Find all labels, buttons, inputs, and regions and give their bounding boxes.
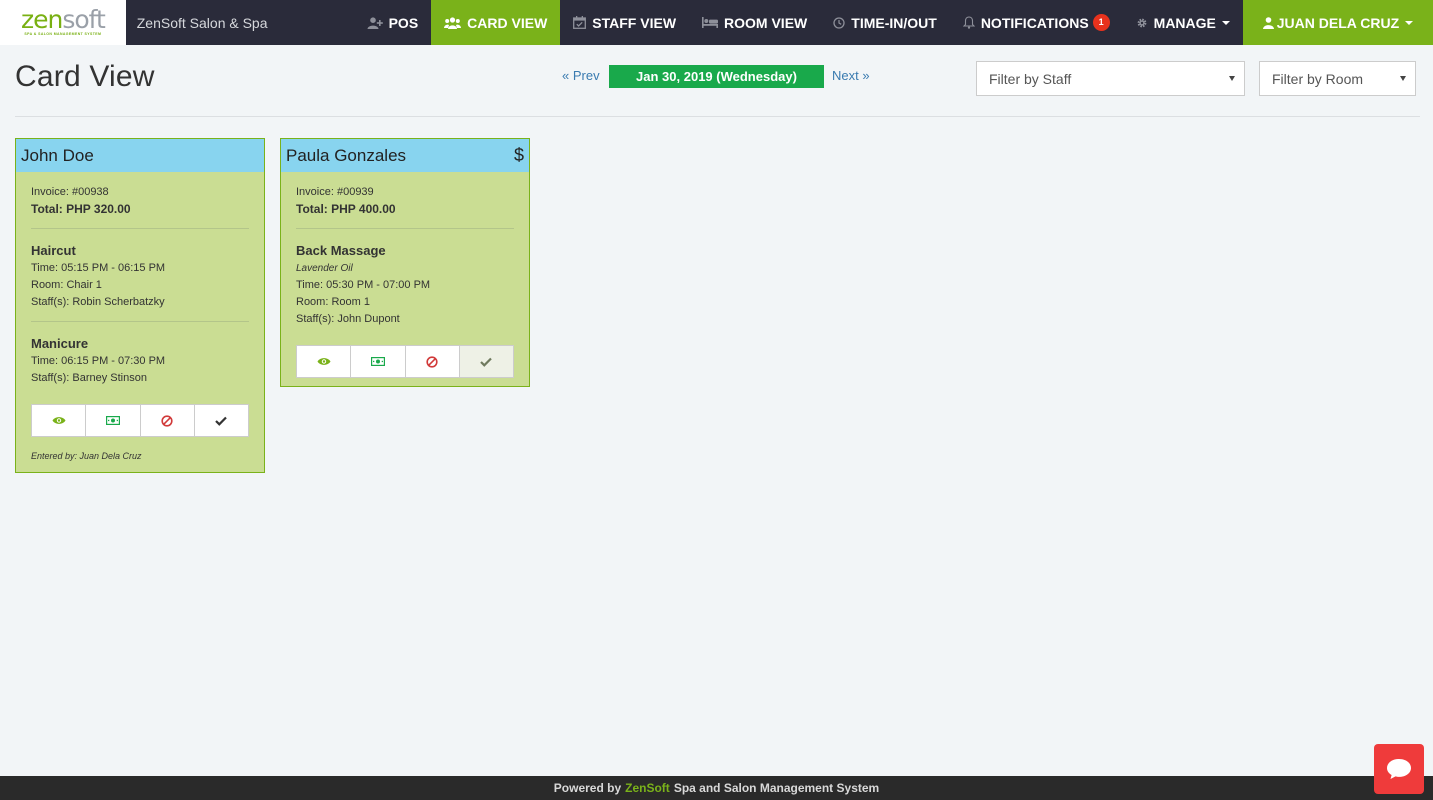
site-name: ZenSoft Salon & Spa (136, 14, 268, 31)
service-room: Room: Chair 1 (31, 279, 102, 291)
nav-card-view-label: CARD VIEW (467, 14, 548, 31)
top-navbar: zensoft SPA & SALON MANAGEMENT SYSTEM Ze… (0, 0, 1433, 45)
service-staff: Staff(s): Barney Stinson (31, 372, 147, 384)
nav-manage-label: MANAGE (1153, 14, 1216, 31)
nav-user-menu[interactable]: JUAN DELA CRUZ (1242, 0, 1433, 45)
current-date[interactable]: Jan 30, 2019 (Wednesday) (609, 65, 824, 88)
card-body: Invoice: #00939 Total: PHP 400.00 Back M… (281, 172, 529, 378)
check-icon (480, 357, 493, 367)
view-button[interactable] (31, 404, 87, 437)
nav-user-label: JUAN DELA CRUZ (1276, 14, 1400, 31)
customer-name: Paula Gonzales (286, 145, 407, 165)
service-name: Manicure (31, 336, 89, 351)
calendar-icon (573, 16, 587, 29)
cancel-button[interactable] (140, 404, 195, 437)
nav-pos-label: POS (388, 14, 419, 31)
nav-time-in-out-label: TIME-IN/OUT (851, 14, 937, 31)
invoice-number: Invoice: #00938 (31, 186, 109, 198)
card-divider (296, 228, 514, 229)
eye-icon (317, 358, 331, 365)
filter-staff-value: Filter by Staff (989, 70, 1072, 87)
service-name: Back Massage (296, 243, 386, 258)
complete-button[interactable] (194, 404, 249, 437)
ban-icon (426, 355, 438, 368)
next-day-link[interactable]: Next » (832, 68, 870, 83)
appointment-card: Paula Gonzales $ Invoice: #00939 Total: … (280, 138, 530, 387)
invoice-total: Total: PHP 320.00 (31, 202, 131, 216)
money-icon (370, 357, 385, 366)
user-icon (1262, 16, 1274, 29)
footer-prefix: Powered by (553, 781, 622, 795)
bell-icon (962, 16, 975, 29)
pay-button[interactable] (351, 345, 406, 378)
service-staff: Staff(s): Robin Scherbatzky (31, 296, 165, 308)
bed-icon (702, 17, 719, 28)
prev-day-link[interactable]: « Prev (562, 68, 600, 83)
card-header: Paula Gonzales $ (281, 139, 529, 172)
footer: Powered by ZenSoft Spa and Salon Managem… (0, 776, 1433, 800)
filter-room-select[interactable]: Filter by Room (1259, 61, 1416, 96)
entered-by: Entered by: Juan Dela Cruz (31, 451, 142, 461)
card-actions (296, 345, 514, 378)
nav-notifications-label: NOTIFICATIONS (980, 14, 1089, 31)
chat-icon (1387, 759, 1411, 779)
nav-pos[interactable]: POS (354, 0, 432, 45)
user-plus-icon (367, 16, 383, 29)
card-divider (31, 228, 249, 229)
nav-room-view[interactable]: ROOM VIEW (689, 0, 820, 45)
service-staff: Staff(s): John Dupont (296, 313, 400, 325)
clock-icon (833, 16, 845, 29)
select-arrow-icon (1229, 76, 1235, 81)
card-header: John Doe (16, 139, 264, 172)
nav-room-view-label: ROOM VIEW (724, 14, 808, 31)
chevron-down-icon (1405, 20, 1414, 25)
nav-staff-view-label: STAFF VIEW (592, 14, 677, 31)
service-note: Lavender Oil (296, 263, 353, 274)
card-actions (31, 404, 249, 437)
appointment-card: John Doe Invoice: #00938 Total: PHP 320.… (15, 138, 265, 473)
notification-count-badge: 1 (1092, 14, 1110, 31)
filter-room-value: Filter by Room (1272, 70, 1364, 87)
complete-button[interactable] (459, 345, 514, 378)
footer-suffix: Spa and Salon Management System (673, 781, 880, 795)
filter-staff-select[interactable]: Filter by Staff (976, 61, 1245, 96)
ban-icon (161, 414, 173, 427)
footer-brand-link[interactable]: ZenSoft (625, 781, 670, 795)
paid-dollar-icon: $ (513, 145, 524, 165)
service-time: Time: 05:30 PM - 07:00 PM (296, 279, 431, 291)
invoice-number: Invoice: #00939 (296, 186, 374, 198)
page-title: Card View (15, 60, 155, 93)
nav-manage[interactable]: MANAGE (1123, 0, 1243, 45)
service-name: Haircut (31, 243, 76, 258)
nav-notifications[interactable]: NOTIFICATIONS 1 (950, 0, 1123, 45)
invoice-total: Total: PHP 400.00 (296, 202, 396, 216)
nav-card-view[interactable]: CARD VIEW (431, 0, 561, 45)
view-button[interactable] (296, 345, 352, 378)
pay-button[interactable] (86, 404, 141, 437)
logo-word-a: zen (20, 5, 63, 34)
logo-word-b: soft (62, 5, 105, 34)
logo-tagline: SPA & SALON MANAGEMENT SYSTEM (24, 32, 102, 36)
check-icon (215, 416, 228, 426)
chat-button[interactable] (1374, 744, 1424, 794)
nav-staff-view[interactable]: STAFF VIEW (560, 0, 689, 45)
service-room: Room: Room 1 (296, 296, 370, 308)
card-divider (31, 321, 249, 322)
eye-icon (52, 417, 66, 424)
service-time: Time: 05:15 PM - 06:15 PM (31, 262, 166, 274)
card-body: Invoice: #00938 Total: PHP 320.00 Haircu… (16, 172, 264, 472)
users-icon (444, 16, 462, 29)
nav-time-in-out[interactable]: TIME-IN/OUT (820, 0, 950, 45)
gear-icon (1136, 17, 1148, 29)
header-divider (15, 116, 1420, 117)
select-arrow-icon (1400, 76, 1406, 81)
cancel-button[interactable] (405, 345, 460, 378)
customer-name: John Doe (21, 145, 94, 165)
chevron-down-icon (1221, 20, 1230, 25)
service-time: Time: 06:15 PM - 07:30 PM (31, 355, 166, 367)
money-icon (105, 416, 120, 425)
brand-logo[interactable]: zensoft SPA & SALON MANAGEMENT SYSTEM (0, 0, 126, 45)
